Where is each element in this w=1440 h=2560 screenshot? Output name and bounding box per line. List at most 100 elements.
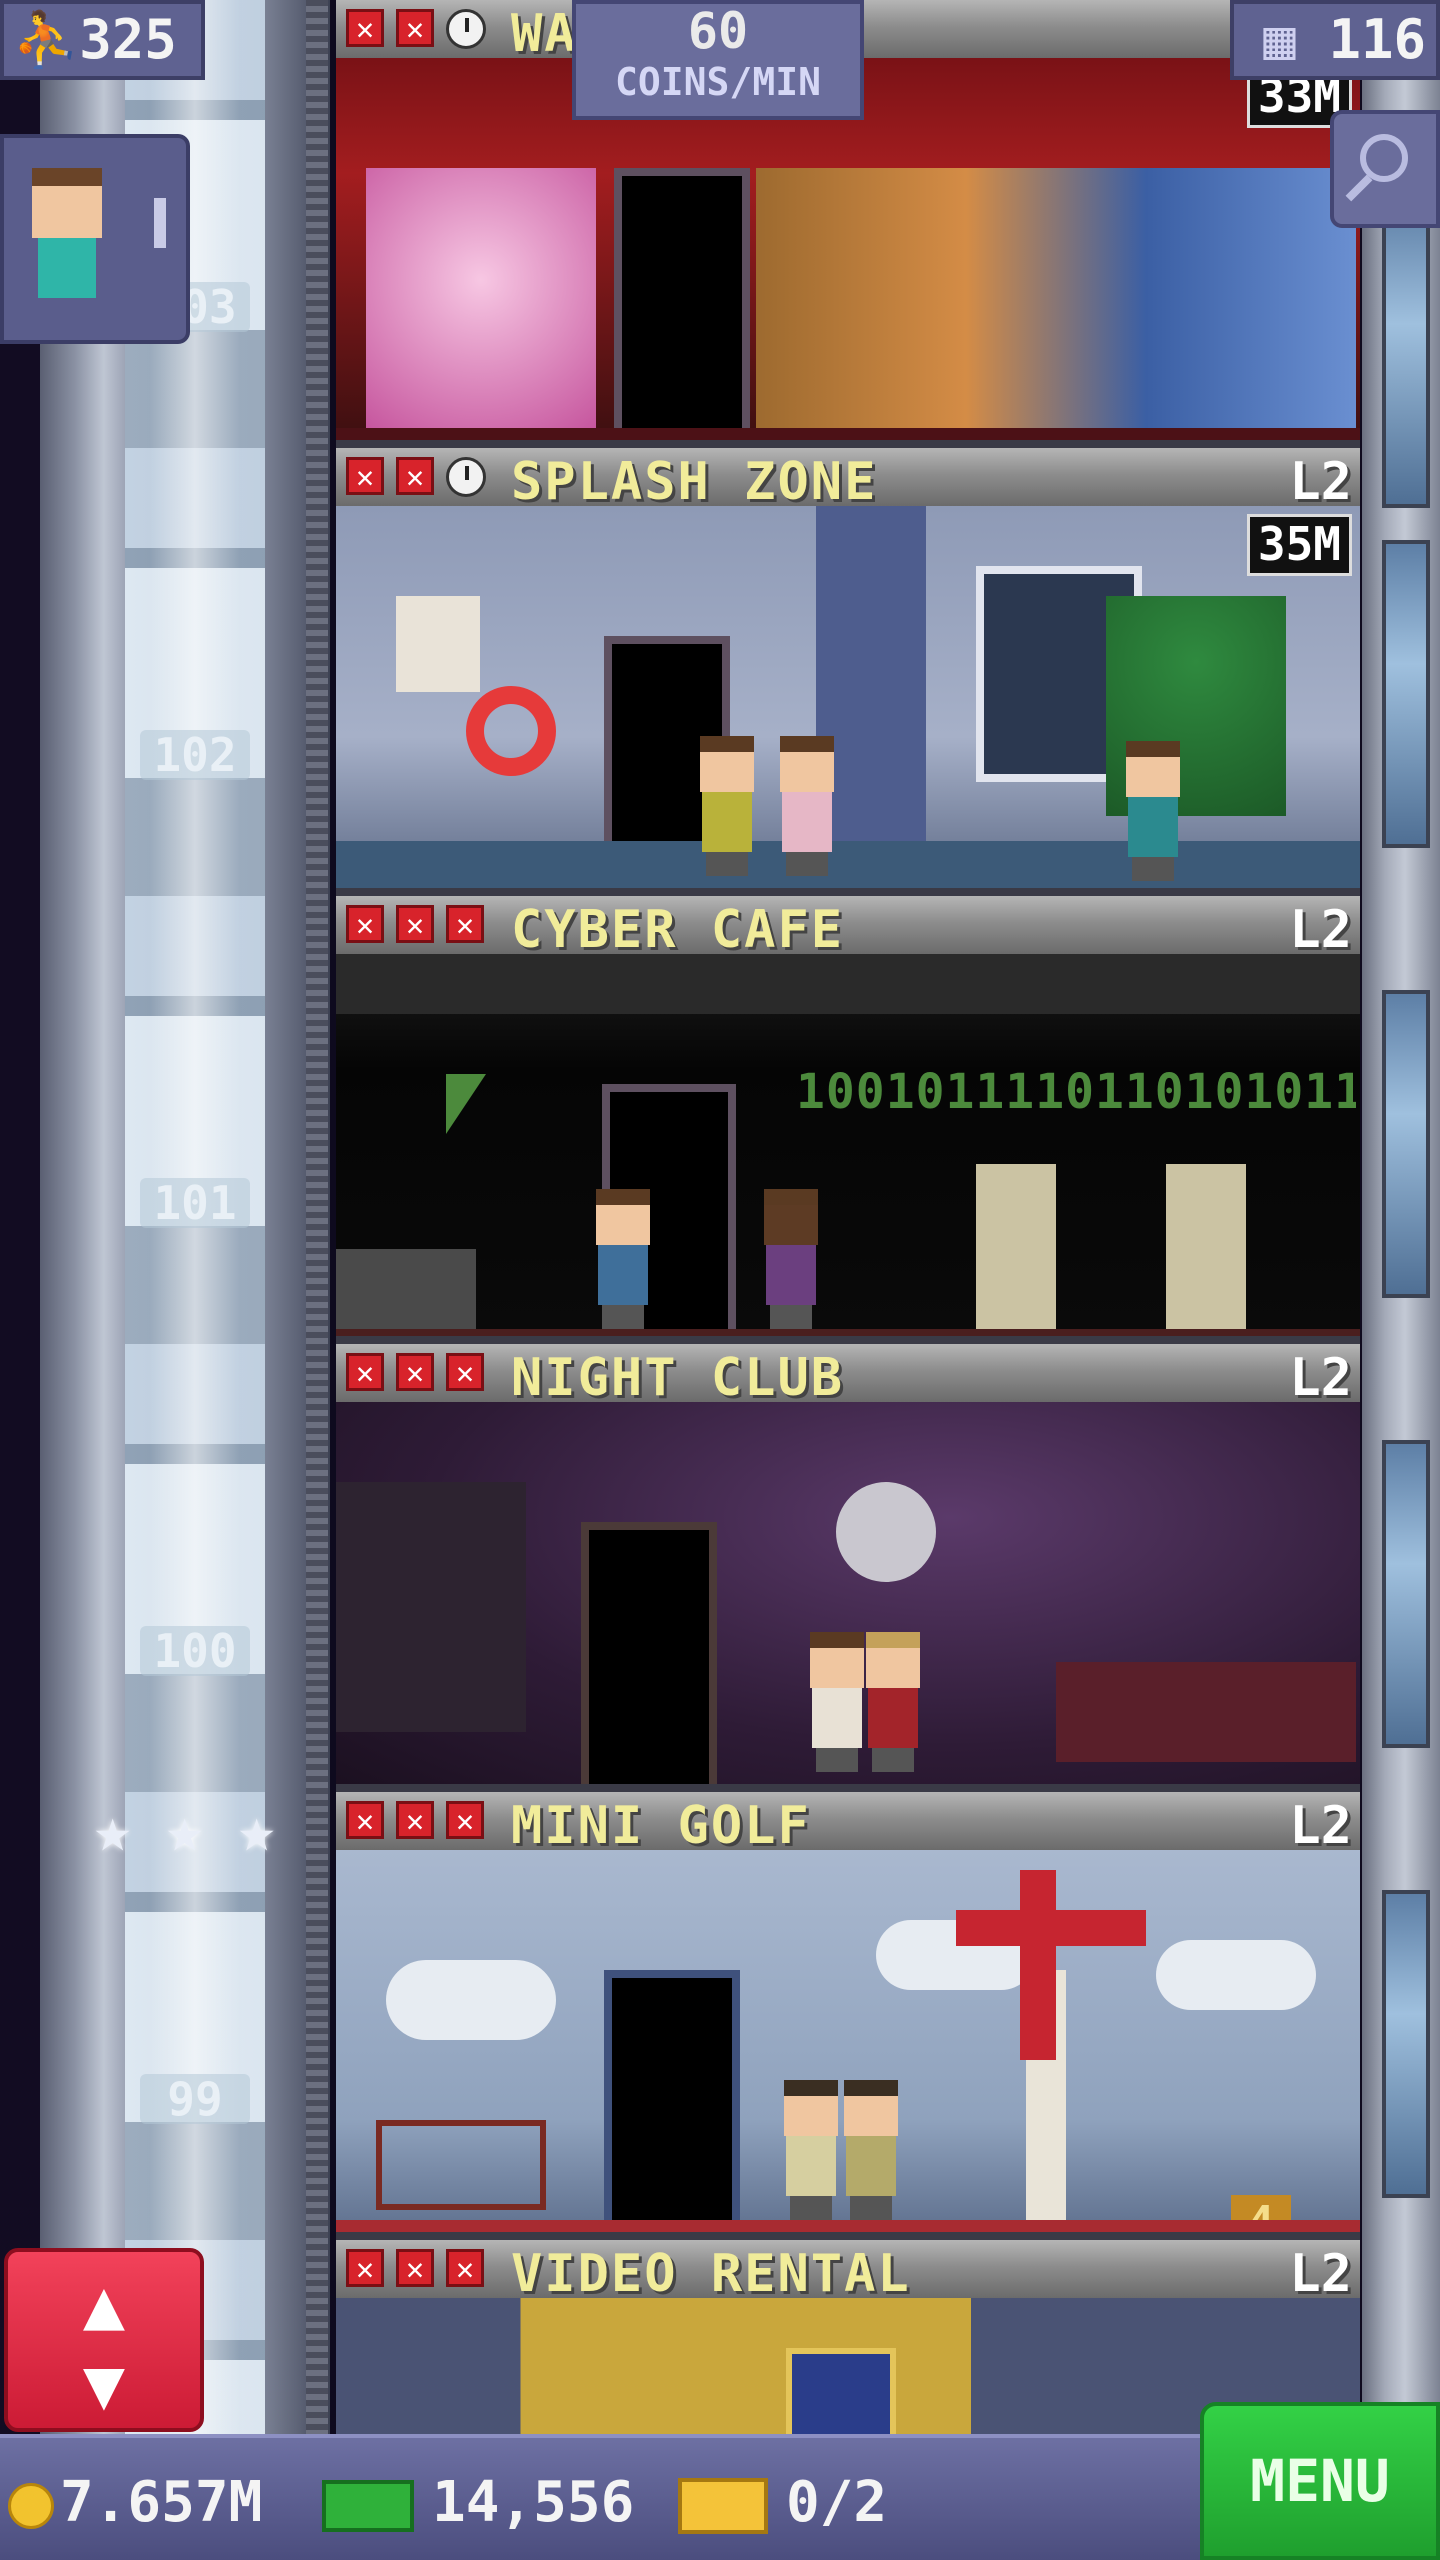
floor-divider: [336, 1784, 1360, 1792]
resident[interactable]: [692, 736, 762, 876]
floor-level: L2: [1289, 1796, 1352, 1856]
floors-value: 116: [1328, 8, 1426, 71]
elevator-stars: ★ ★ ★: [94, 1793, 310, 1866]
computer-terminal: [976, 1164, 1056, 1334]
person-icon: ⛹: [12, 8, 80, 71]
bitizen-profile-button[interactable]: [0, 134, 190, 344]
status-x-icon: ✕: [396, 1801, 434, 1839]
floor-name: SPLASH ZONE: [511, 452, 878, 512]
floor-divider: [336, 2232, 1360, 2240]
avatar-head: [32, 168, 102, 238]
floor-number-102: 102: [140, 730, 250, 780]
window: [1382, 990, 1430, 1298]
status-x-icon: ✕: [396, 2249, 434, 2287]
window: [1382, 200, 1430, 508]
ticket-icon: [678, 2477, 768, 2534]
resident[interactable]: [1118, 741, 1188, 881]
floor-level: L2: [1289, 1348, 1352, 1408]
earn-rate-unit: COINS/MIN: [615, 60, 821, 104]
pool: [336, 841, 1360, 891]
disco-ball: [836, 1482, 936, 1582]
floor-title-bar: ✕ ✕ ✕ MINI GOLF L2: [336, 1792, 1360, 1856]
status-x-icon: ✕: [346, 905, 384, 943]
bux-icon: [322, 2479, 414, 2532]
status-x-icon: ✕: [396, 1353, 434, 1391]
building-icon: ▦: [1263, 8, 1296, 71]
status-x-icon: ✕: [396, 457, 434, 495]
floor-divider: [336, 1336, 1360, 1344]
floor-cyber-cafe[interactable]: ✕ ✕ ✕ CYBER CAFE L2 1001011110110101011: [336, 896, 1360, 1344]
tickets-display[interactable]: 0/2: [678, 2468, 887, 2538]
bux-display[interactable]: 14,556: [322, 2468, 634, 2538]
door: [604, 1970, 740, 2235]
bux-value: 14,556: [432, 2470, 635, 2535]
computer-terminal: [1166, 1164, 1246, 1334]
floor-divider: [336, 440, 1360, 448]
floors-counter[interactable]: ▦ 116: [1230, 0, 1440, 80]
door: [614, 168, 750, 443]
club-rack: [376, 2120, 546, 2210]
window: [1382, 1890, 1430, 2198]
status-x-icon: ✕: [346, 2249, 384, 2287]
resident[interactable]: [756, 1189, 826, 1329]
coin-icon: [8, 2482, 54, 2529]
status-x-icon: ✕: [446, 1801, 484, 1839]
elevator-button[interactable]: ▲ ▼: [4, 2248, 204, 2432]
life-ring-icon: [466, 686, 556, 776]
population-counter[interactable]: ⛹325: [0, 0, 205, 80]
status-x-icon: ✕: [346, 457, 384, 495]
floor-divider: [336, 888, 1360, 896]
earn-rate-panel: 60 COINS/MIN: [572, 0, 864, 120]
up-down-arrows-icon: ▲ ▼: [82, 2263, 126, 2425]
floor-number-101: 101: [140, 1178, 250, 1228]
floor-name: MINI GOLF: [511, 1796, 811, 1856]
status-x-icon: ✕: [346, 1353, 384, 1391]
floor-splash-zone[interactable]: ✕ ✕ SPLASH ZONE L2 35M: [336, 448, 1360, 896]
window: [1382, 1440, 1430, 1748]
floor-level: L2: [1289, 900, 1352, 960]
counter: [336, 1249, 476, 1339]
floor-night-club[interactable]: ✕ ✕ ✕ NIGHT CLUB L2: [336, 1344, 1360, 1792]
resident[interactable]: [772, 736, 842, 876]
magnifier-handle: [1345, 174, 1373, 202]
resident[interactable]: [858, 1632, 928, 1772]
resident[interactable]: [836, 2080, 906, 2220]
status-x-icon: ✕: [446, 905, 484, 943]
poster: [786, 2348, 896, 2440]
cursor-icon: [446, 1074, 486, 1134]
status-x-icon: ✕: [346, 1801, 384, 1839]
resident[interactable]: [588, 1189, 658, 1329]
floor-name: VIDEO RENTAL: [511, 2244, 911, 2304]
bar-shelf: [336, 1482, 526, 1732]
star-icon: ★: [238, 1793, 276, 1866]
status-x-icon: ✕: [346, 9, 384, 47]
tickets-value: 0/2: [786, 2470, 888, 2535]
zoom-button[interactable]: [1330, 110, 1440, 228]
door: [581, 1522, 717, 1787]
cloud: [1156, 1940, 1316, 2010]
poster: [396, 596, 480, 692]
coins-value: 7.657M: [60, 2470, 263, 2535]
clock-icon: [446, 457, 486, 497]
floor-title-bar: ✕ ✕ ✕ NIGHT CLUB L2: [336, 1344, 1360, 1408]
game-view[interactable]: 103 102 101 100 99 ✕ ✕ WAX MUSEUM 33M ✕ …: [0, 0, 1440, 2560]
floor-number-100: 100: [140, 1626, 250, 1676]
star-icon: ★: [94, 1793, 132, 1866]
population-value: 325: [79, 8, 177, 71]
room-interior: [336, 1402, 1360, 1787]
alert-icon: [154, 198, 166, 248]
floor-mini-golf[interactable]: ✕ ✕ ✕ MINI GOLF L2 4: [336, 1792, 1360, 2240]
status-x-icon: ✕: [446, 1353, 484, 1391]
status-x-icon: ✕: [396, 9, 434, 47]
floor-name: NIGHT CLUB: [511, 1348, 845, 1408]
floor-name: CYBER CAFE: [511, 900, 845, 960]
cloud: [386, 1960, 556, 2040]
floor-level: L2: [1289, 452, 1352, 512]
floor-level: L2: [1289, 2244, 1352, 2304]
menu-button[interactable]: MENU: [1200, 2402, 1440, 2560]
room-interior: 4: [336, 1850, 1360, 2235]
binary-wall-text: 1001011110110101011: [796, 1064, 1356, 1120]
avatar-body: [38, 238, 96, 298]
star-icon: ★: [166, 1793, 204, 1866]
coins-display[interactable]: 7.657M: [8, 2468, 262, 2538]
